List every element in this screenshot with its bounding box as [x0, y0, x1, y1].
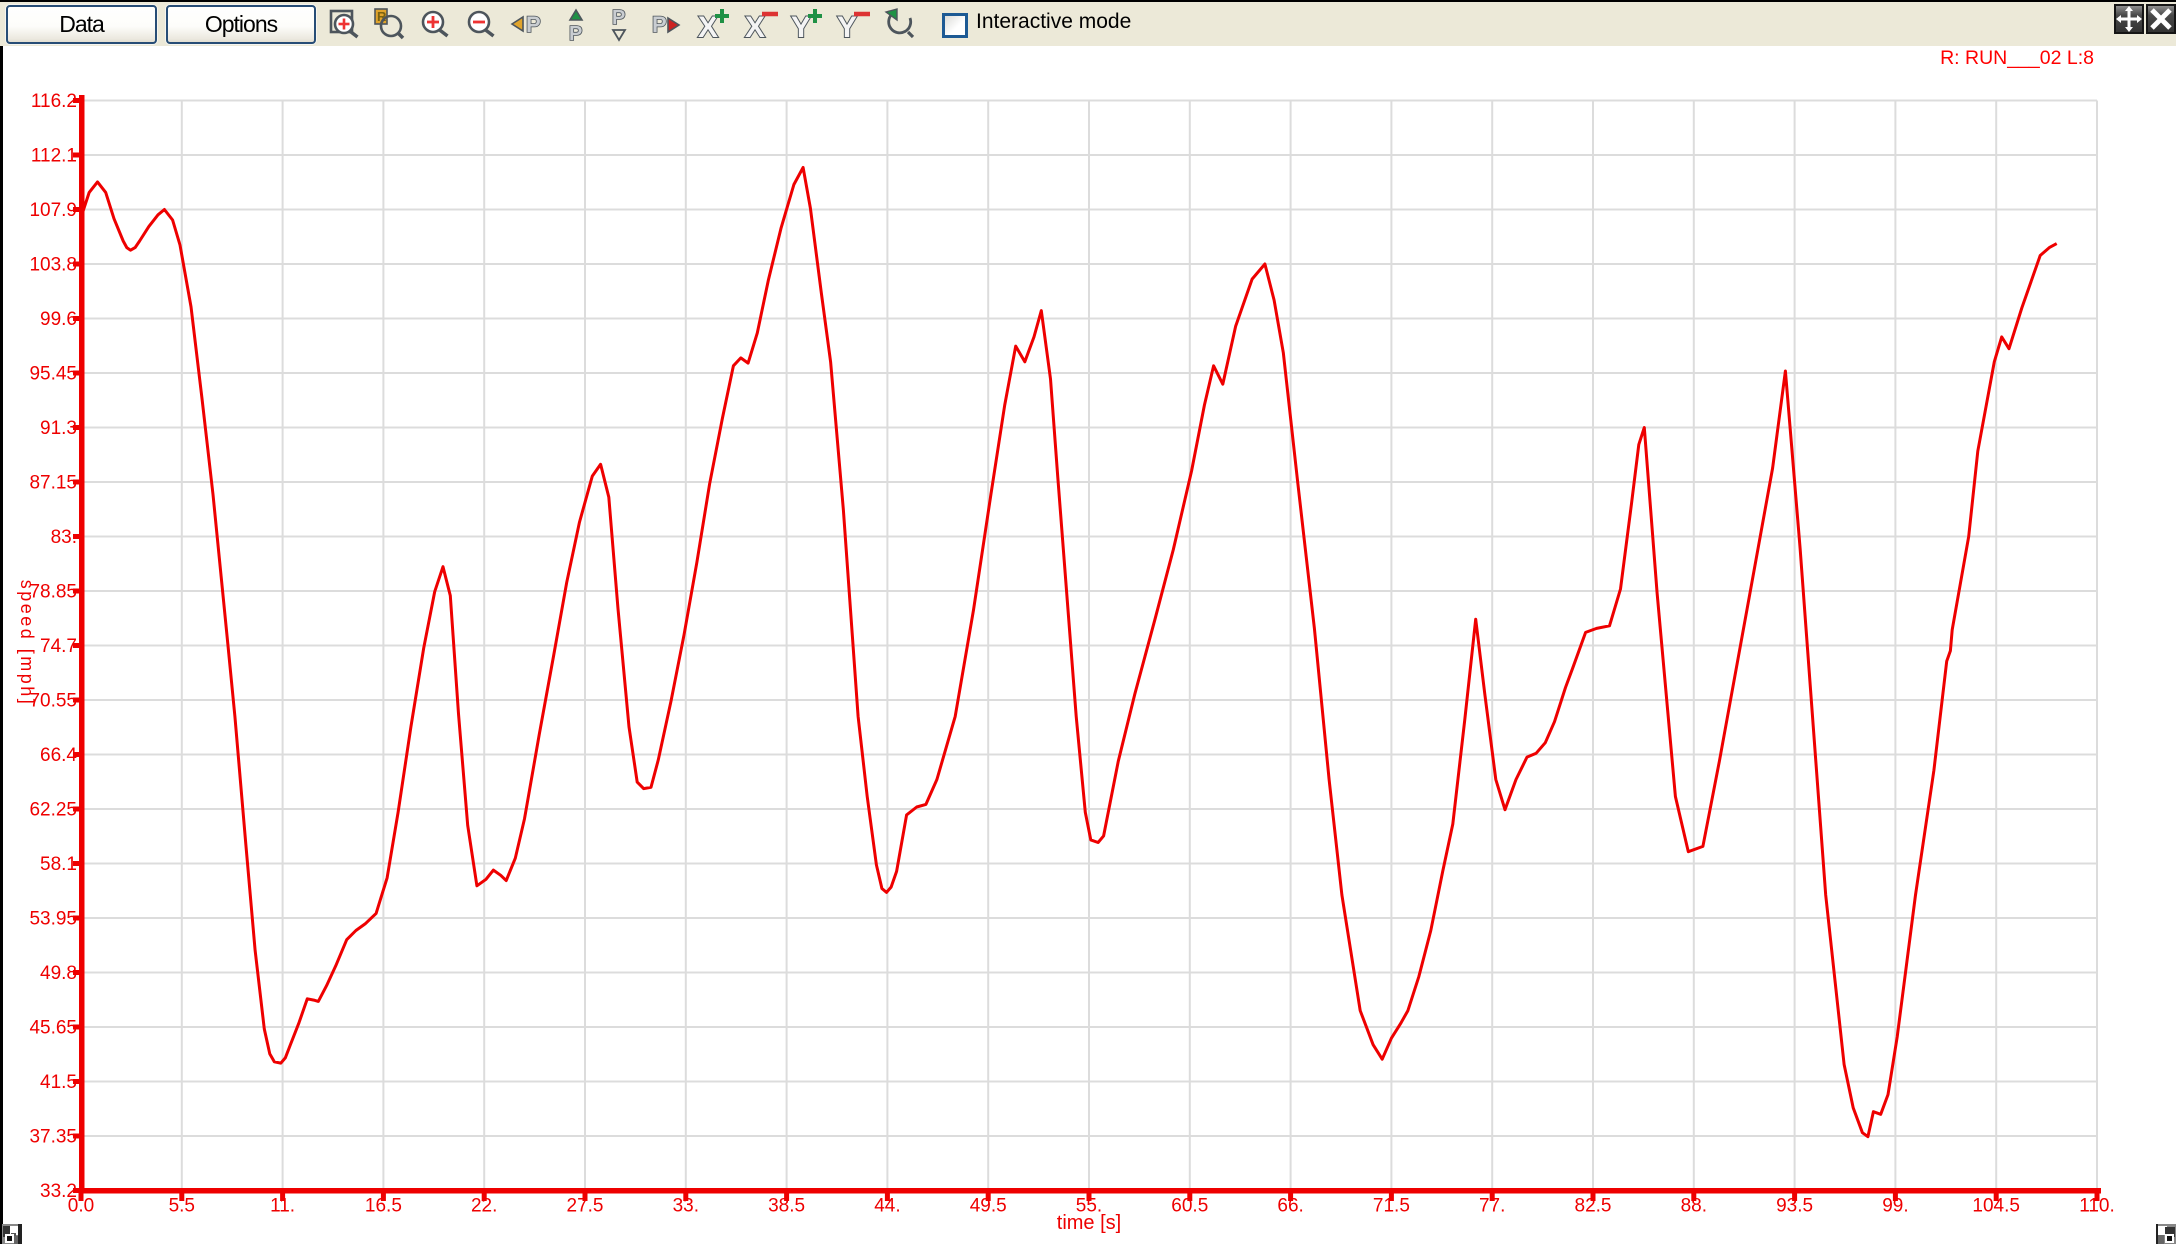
svg-text:44.: 44.: [874, 1196, 900, 1217]
svg-text:99.6: 99.6: [40, 309, 77, 330]
svg-text:88.: 88.: [1681, 1196, 1707, 1217]
svg-text:53.95: 53.95: [29, 909, 77, 930]
svg-text:110.: 110.: [2079, 1196, 2115, 1217]
svg-text:91.3: 91.3: [40, 418, 77, 439]
svg-text:71.5: 71.5: [1373, 1196, 1410, 1217]
svg-text:62.25: 62.25: [29, 800, 77, 821]
svg-text:R: RUN___02 L:8: R: RUN___02 L:8: [1940, 47, 2094, 69]
svg-text:60.5: 60.5: [1171, 1196, 1208, 1217]
svg-text:0.0: 0.0: [68, 1196, 94, 1217]
svg-text:66.4: 66.4: [40, 745, 77, 766]
svg-text:11.: 11.: [270, 1196, 295, 1217]
svg-text:16.5: 16.5: [365, 1196, 402, 1217]
svg-text:27.5: 27.5: [567, 1196, 604, 1217]
svg-text:87.15: 87.15: [29, 473, 77, 494]
svg-text:82.5: 82.5: [1575, 1196, 1612, 1217]
svg-text:66.: 66.: [1277, 1196, 1303, 1217]
svg-text:speed [mph]: speed [mph]: [17, 580, 37, 707]
svg-text:P: P: [569, 23, 582, 44]
svg-text:104.5: 104.5: [1972, 1196, 2020, 1217]
svg-text:116.2: 116.2: [31, 91, 77, 112]
svg-text:49.5: 49.5: [970, 1196, 1007, 1217]
svg-text:58.1: 58.1: [40, 854, 77, 875]
svg-text:time [s]: time [s]: [1057, 1212, 1121, 1234]
svg-text:77.: 77.: [1479, 1196, 1505, 1217]
svg-text:41.5: 41.5: [40, 1072, 77, 1093]
svg-text:22.: 22.: [471, 1196, 497, 1217]
svg-text:112.1: 112.1: [31, 146, 77, 167]
svg-text:99.: 99.: [1882, 1196, 1908, 1217]
svg-text:P: P: [612, 8, 625, 29]
svg-text:74.7: 74.7: [40, 636, 77, 657]
svg-text:107.9: 107.9: [29, 200, 77, 221]
svg-text:38.5: 38.5: [768, 1196, 805, 1217]
svg-text:P: P: [526, 12, 541, 37]
svg-text:33.: 33.: [673, 1196, 699, 1217]
svg-text:37.35: 37.35: [29, 1127, 77, 1148]
svg-text:45.65: 45.65: [29, 1018, 77, 1039]
svg-text:P: P: [652, 12, 667, 37]
svg-text:83.: 83.: [51, 527, 77, 548]
svg-text:5.5: 5.5: [169, 1196, 195, 1217]
svg-text:103.8: 103.8: [29, 255, 77, 276]
svg-text:95.45: 95.45: [29, 364, 77, 385]
svg-text:49.8: 49.8: [40, 963, 77, 984]
svg-text:93.5: 93.5: [1776, 1196, 1813, 1217]
